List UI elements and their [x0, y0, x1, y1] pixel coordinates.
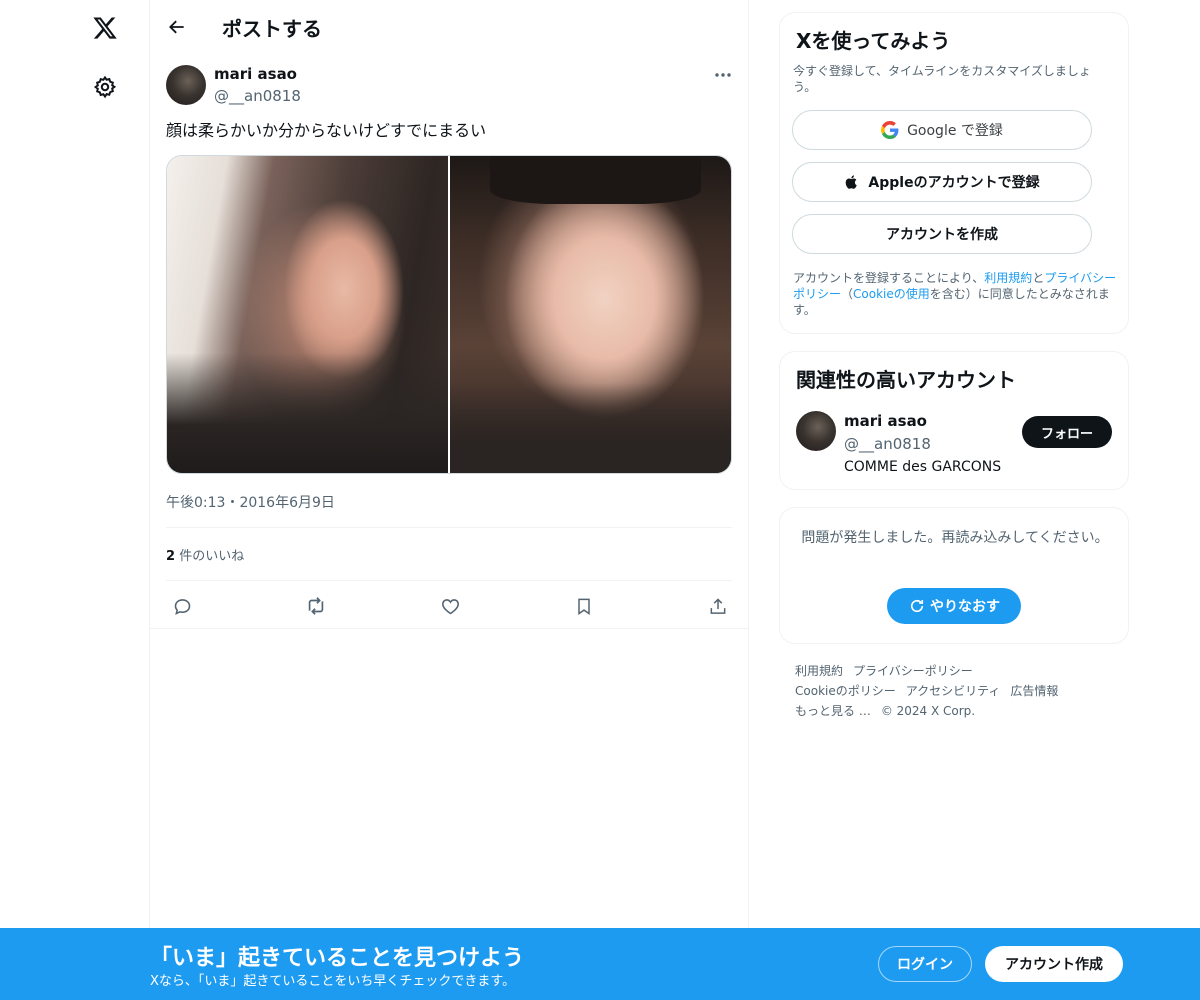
more-icon: [715, 73, 731, 77]
gear-icon[interactable]: [85, 67, 125, 107]
copyright: © 2024 X Corp.: [880, 704, 976, 718]
terms-of-service-link[interactable]: 利用規約: [984, 271, 1032, 285]
main-column: ポストする mari asao @__an0818 顔は柔らかいか分からないけど…: [149, 0, 749, 1000]
google-signup-button[interactable]: Google で登録: [792, 110, 1092, 150]
author-handle[interactable]: @__an0818: [214, 87, 301, 105]
divider: [166, 527, 732, 528]
footer-links: 利用規約 プライバシーポリシー Cookieのポリシー アクセシビリティ 広告情報 も…: [795, 661, 1115, 721]
footer-link-more[interactable]: もっと見る …: [795, 704, 871, 718]
bottom-bar-subtitle: Xなら、「いま」起きていることをいち早くチェックできます。: [150, 974, 516, 989]
refresh-icon: [910, 599, 924, 613]
error-message: 問題が発生しました。再読み込みしてください。: [801, 530, 1109, 546]
left-nav: [0, 0, 150, 1000]
footer-link-terms[interactable]: 利用規約: [795, 664, 843, 678]
tweet-media: [166, 155, 732, 474]
more-options-button[interactable]: [708, 62, 738, 88]
like-button[interactable]: [435, 591, 465, 621]
signup-card: Xを使ってみよう 今すぐ登録して、タイムラインをカスタマイズしましょう。 Goo…: [779, 12, 1129, 334]
terms-and: と: [1032, 271, 1045, 285]
page-header: ポストする: [150, 0, 748, 53]
related-account-name[interactable]: mari asao: [844, 412, 927, 430]
avatar[interactable]: [166, 65, 206, 105]
terms-prefix: アカウントを登録することにより、: [793, 271, 985, 285]
terms-text: アカウントを登録することにより、利用規約とプライバシーポリシー（Cookieの使…: [793, 270, 1121, 318]
back-button[interactable]: [160, 10, 194, 44]
related-account-bio: COMME des GARCONS: [844, 459, 1002, 475]
retry-label: やりなおす: [930, 599, 1000, 615]
heart-icon: [441, 598, 459, 614]
create-account-button[interactable]: アカウントを作成: [792, 214, 1092, 254]
apple-icon: [846, 175, 858, 189]
google-icon: [881, 121, 899, 139]
author-name[interactable]: mari asao: [214, 65, 297, 83]
footer-link-cookies[interactable]: Cookieのポリシー: [795, 684, 896, 698]
create-account-label: アカウントを作成: [886, 227, 998, 243]
reply-icon: [174, 598, 190, 615]
bottom-bar-title: 「いま」起きていることを見つけよう: [150, 946, 525, 971]
bookmark-icon: [578, 598, 590, 615]
cookie-use-link[interactable]: Cookieの使用: [853, 287, 930, 301]
tweet-photo-2[interactable]: [450, 156, 731, 473]
apple-signup-label: Appleのアカウントで登録: [868, 175, 1040, 191]
footer-link-ads[interactable]: 広告情報: [1010, 684, 1058, 698]
tweet-timestamp[interactable]: 午後0:13・2016年6月9日: [166, 492, 335, 512]
tweet-photo-1[interactable]: [167, 156, 448, 473]
related-accounts-title: 関連性の高いアカウント: [796, 368, 1016, 392]
footer-link-accessibility[interactable]: アクセシビリティ: [906, 684, 1001, 698]
related-account-handle[interactable]: @__an0818: [844, 435, 931, 453]
page-title: ポストする: [222, 17, 322, 41]
related-accounts-card: 関連性の高いアカウント mari asao @__an0818 COMME de…: [779, 351, 1129, 490]
share-button[interactable]: [703, 591, 733, 621]
google-signup-label: Google で登録: [907, 123, 1003, 139]
login-button[interactable]: ログイン: [878, 946, 972, 982]
signup-button[interactable]: アカウント作成: [985, 946, 1123, 982]
terms-paren: （: [841, 287, 854, 301]
related-avatar[interactable]: [796, 411, 836, 451]
likes-count[interactable]: 2 件のいいね: [166, 545, 244, 564]
divider: [150, 628, 748, 629]
share-icon: [710, 597, 726, 614]
likes-label: 件のいいね: [179, 549, 245, 564]
repost-button[interactable]: [301, 591, 331, 621]
divider: [166, 580, 732, 581]
follow-button[interactable]: フォロー: [1022, 416, 1112, 448]
retry-button[interactable]: やりなおす: [887, 588, 1021, 624]
bookmark-button[interactable]: [569, 591, 599, 621]
tweet-text: 顔は柔らかいか分からないけどすでにまるい: [166, 121, 487, 140]
reply-button[interactable]: [167, 591, 197, 621]
signup-subtitle: 今すぐ登録して、タイムラインをカスタマイズしましょう。: [793, 64, 1091, 94]
error-card: 問題が発生しました。再読み込みしてください。 やりなおす: [779, 507, 1129, 644]
bottom-signup-bar: 「いま」起きていることを見つけよう Xなら、「いま」起きていることをいち早くチェ…: [0, 928, 1200, 1000]
footer-link-privacy[interactable]: プライバシーポリシー: [853, 664, 973, 678]
likes-number: 2: [166, 549, 176, 564]
apple-signup-button[interactable]: Appleのアカウントで登録: [792, 162, 1092, 202]
arrow-left-icon: [169, 20, 184, 34]
repost-icon: [308, 597, 324, 615]
x-logo-icon[interactable]: [85, 8, 125, 48]
signup-title: Xを使ってみよう: [796, 29, 951, 53]
